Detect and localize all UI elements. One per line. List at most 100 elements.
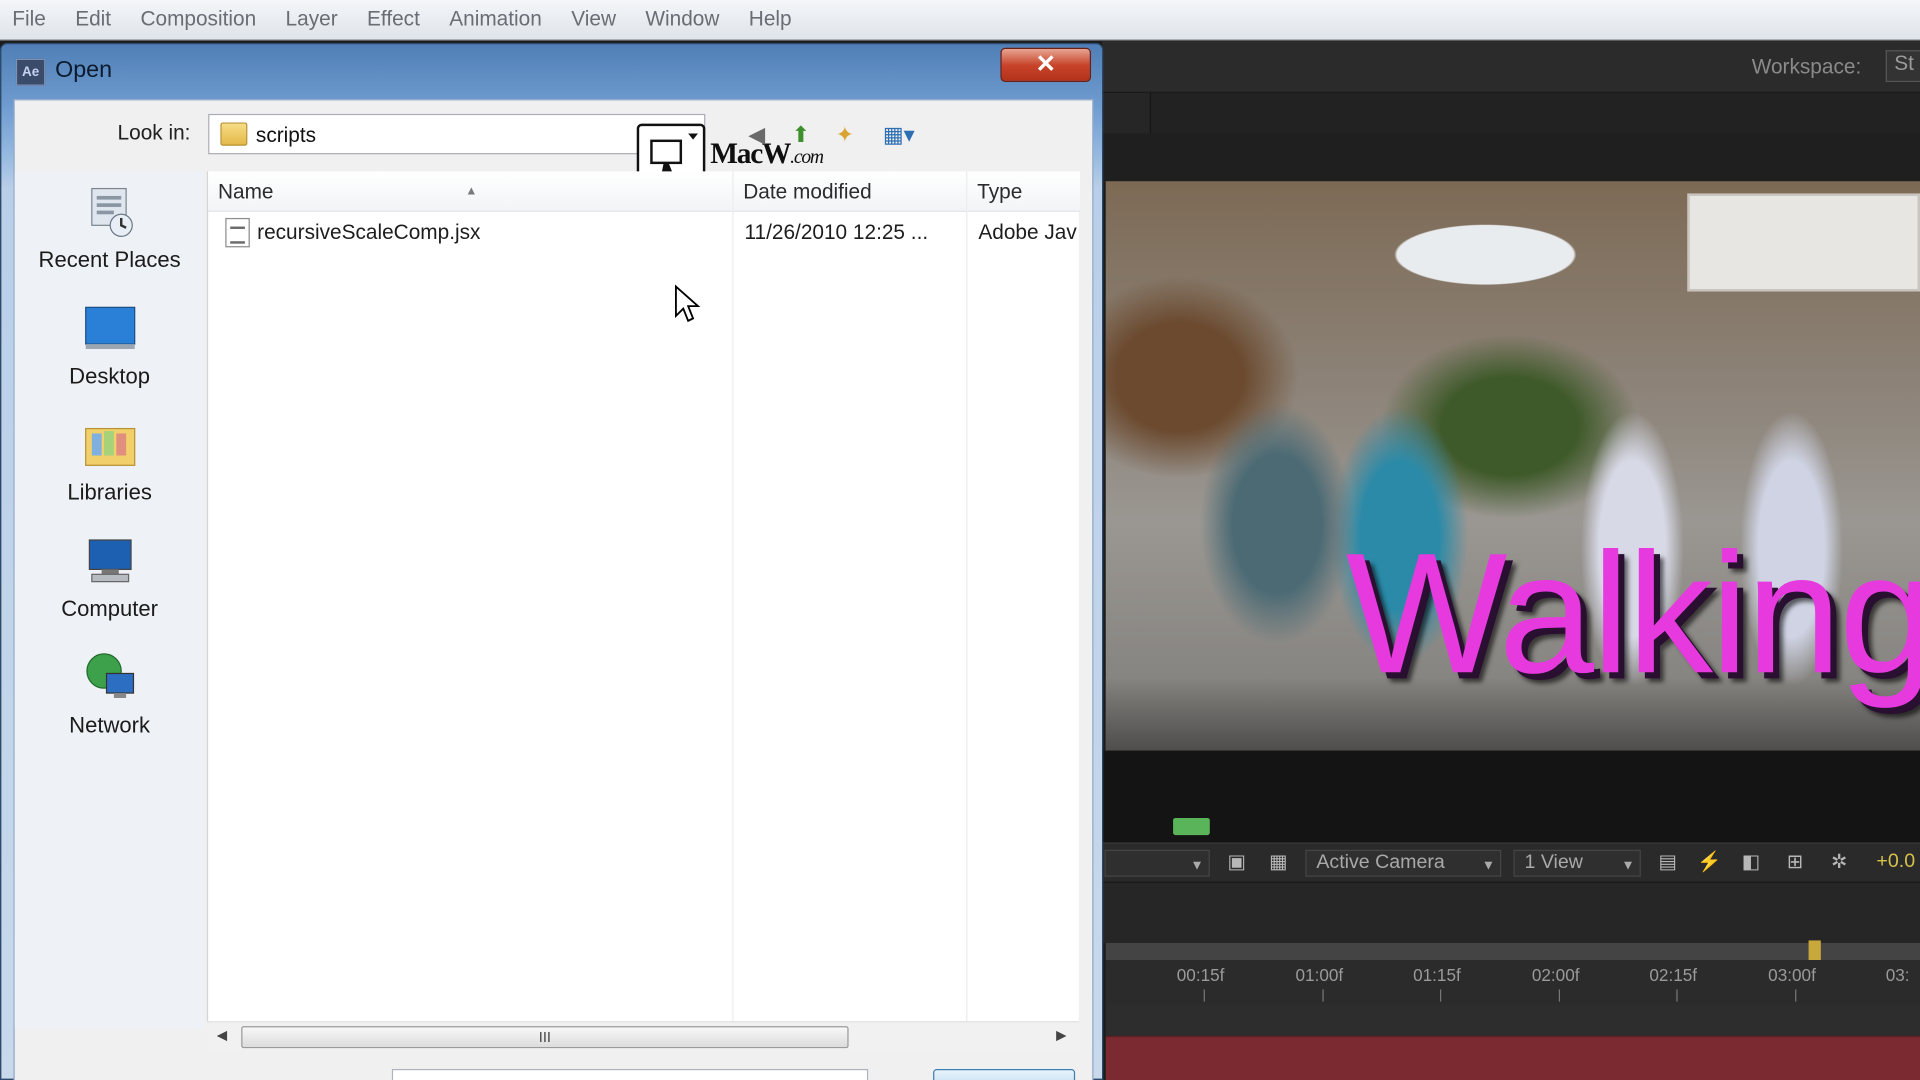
look-in-label: Look in: [117, 121, 191, 145]
flowchart-icon[interactable]: ⊞ [1783, 851, 1807, 875]
magnification-dropdown[interactable]: ▼ [1104, 849, 1210, 877]
app-icon: Ae [15, 58, 46, 86]
place-label: Network [69, 712, 151, 738]
column-label: Name [217, 180, 274, 204]
watermark-suffix: .com [790, 146, 824, 168]
toggle-pixel-aspect-icon[interactable]: ▤ [1656, 851, 1680, 875]
exposure-reset-icon[interactable]: ✲ [1827, 851, 1851, 875]
place-computer[interactable]: Computer [15, 533, 205, 622]
views-dropdown-label: 1 View [1524, 852, 1583, 874]
scroll-right-icon[interactable]: ▶ [1056, 1027, 1066, 1044]
file-name: recursiveScaleComp.jsx [257, 220, 481, 244]
look-in-value: scripts [255, 123, 317, 147]
timeline-header [1102, 881, 1920, 943]
libraries-icon [84, 427, 135, 466]
column-header-type[interactable]: Type [967, 171, 1081, 212]
column-divider [732, 171, 734, 1022]
menu-help[interactable]: Help [749, 7, 792, 31]
viewer-pasteboard [1102, 750, 1920, 843]
region-of-interest-icon[interactable]: ▣ [1225, 851, 1249, 875]
column-divider [966, 171, 968, 1022]
file-type: Adobe Jav [978, 220, 1077, 244]
place-desktop[interactable]: Desktop [15, 300, 205, 389]
place-network[interactable]: Network [15, 649, 205, 738]
background-sign [1687, 193, 1920, 292]
tick-mark [1795, 989, 1797, 1002]
column-label: Date modified [743, 180, 872, 204]
desktop-icon [84, 306, 135, 349]
file-list[interactable]: Name ▲ Date modified Type recursiveScale… [206, 171, 1081, 1022]
menu-bar: File Edit Composition Layer Effect Anima… [0, 0, 1920, 41]
timeline-layer-gap [1105, 1004, 1920, 1036]
camera-dropdown-label: Active Camera [1316, 852, 1445, 874]
viewer-header [1102, 133, 1920, 183]
render-indicator [1173, 817, 1210, 836]
tick-mark [1558, 989, 1561, 1002]
close-button[interactable]: ✕ [1000, 47, 1092, 83]
menu-view[interactable]: View [571, 7, 616, 31]
place-label: Libraries [67, 480, 152, 505]
timeline-icon[interactable]: ◧ [1739, 851, 1763, 875]
chevron-down-icon: ▼ [1621, 858, 1635, 874]
recent-places-icon [90, 187, 133, 237]
views-dropdown[interactable]: 1 View ▼ [1513, 849, 1641, 877]
close-icon: ✕ [1035, 51, 1056, 79]
back-icon[interactable]: ◀ [742, 120, 771, 149]
folder-icon [220, 122, 248, 146]
tick-mark [1440, 989, 1442, 1002]
place-label: Recent Places [38, 247, 181, 272]
viewer-toolbar: ▼ ▣ ▦ Active Camera ▼ 1 View ▼ ▤ ⚡ ◧ ⊞ ✲… [1102, 842, 1920, 882]
scroll-thumb[interactable]: III [241, 1026, 849, 1049]
menu-layer[interactable]: Layer [286, 7, 338, 31]
time-tick: 03: [1885, 964, 1910, 985]
column-header-name[interactable]: Name ▲ [208, 171, 733, 212]
dialog-title: Open [55, 57, 113, 84]
workspace-bar: Workspace: St [1102, 40, 1920, 92]
tick-mark [1676, 989, 1678, 1002]
up-folder-icon[interactable]: ⬆ [786, 120, 815, 149]
tick-mark [1203, 989, 1205, 1002]
chevron-down-icon: ▼ [1190, 858, 1204, 874]
open-button[interactable] [933, 1068, 1076, 1080]
place-libraries[interactable]: Libraries [15, 416, 205, 505]
panel-tab-strip [1102, 91, 1920, 135]
composition-viewer[interactable]: Walking [1105, 181, 1920, 751]
place-recent-places[interactable]: Recent Places [15, 184, 205, 273]
work-area-bar[interactable] [1105, 942, 1920, 961]
column-header-date-modified[interactable]: Date modified [733, 171, 967, 212]
file-name-field[interactable] [391, 1068, 869, 1080]
file-date: 11/26/2010 12:25 ... [744, 220, 929, 244]
column-label: Type [977, 180, 1023, 204]
network-icon [85, 653, 134, 698]
menu-edit[interactable]: Edit [75, 7, 111, 31]
exposure-value[interactable]: +0.0 [1876, 851, 1915, 873]
look-in-dropdown[interactable]: scripts [208, 113, 706, 155]
workspace-dropdown[interactable]: St [1885, 50, 1920, 83]
tick-mark [1322, 989, 1324, 1002]
time-tick: 02:15f [1649, 964, 1698, 985]
workspace-label: Workspace: [1751, 55, 1862, 79]
menu-animation[interactable]: Animation [449, 7, 542, 31]
time-ruler[interactable]: 00:15f 01:00f 01:15f 02:00f 02:15f 03:00… [1105, 960, 1920, 1005]
time-tick: 00:15f [1176, 964, 1225, 985]
camera-dropdown[interactable]: Active Camera ▼ [1305, 849, 1502, 877]
menu-effect[interactable]: Effect [367, 7, 420, 31]
time-tick: 01:00f [1295, 964, 1344, 985]
transparency-grid-icon[interactable]: ▦ [1266, 851, 1290, 875]
places-bar: Recent Places Desktop Libraries Computer… [14, 171, 205, 1029]
fast-previews-icon[interactable]: ⚡ [1697, 851, 1721, 875]
scroll-grip: III [538, 1028, 552, 1046]
panel-tab[interactable] [1102, 93, 1152, 135]
time-tick: 02:00f [1531, 964, 1580, 985]
layer-duration-bar[interactable] [1105, 1035, 1920, 1080]
menu-composition[interactable]: Composition [140, 7, 256, 31]
horizontal-scrollbar[interactable]: ◀ III ▶ [206, 1021, 1079, 1051]
scroll-left-icon[interactable]: ◀ [217, 1027, 227, 1044]
new-folder-icon[interactable]: ✦ [830, 120, 859, 149]
sort-ascending-icon: ▲ [465, 184, 478, 199]
menu-file[interactable]: File [12, 7, 46, 31]
menu-window[interactable]: Window [645, 7, 719, 31]
place-label: Computer [61, 596, 158, 621]
script-file-icon [225, 217, 250, 248]
view-menu-icon[interactable]: ▦▾ [874, 120, 923, 149]
